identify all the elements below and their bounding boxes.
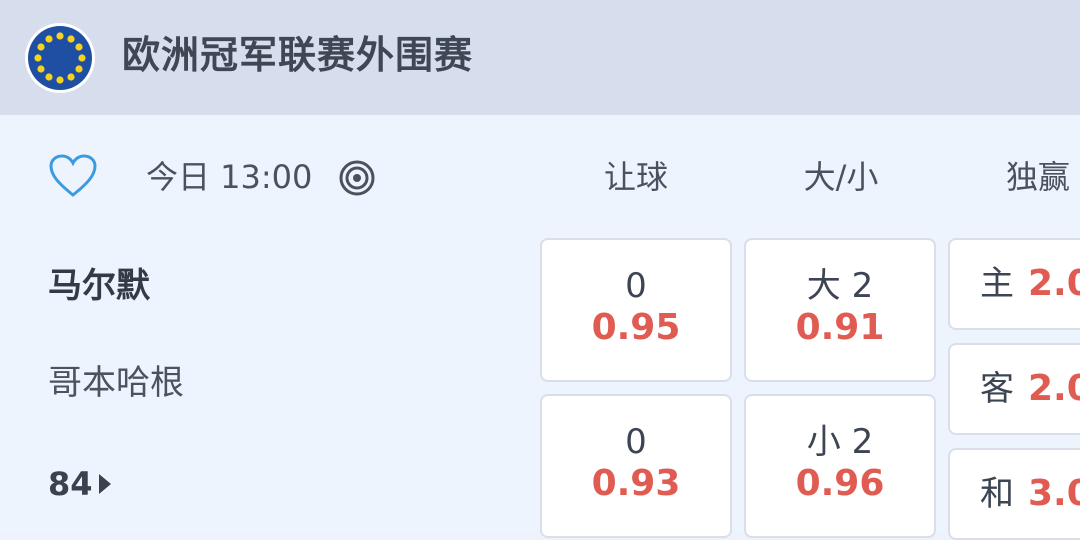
over-under-line: 小 2 (806, 422, 874, 462)
column-header-one-x-two: 独赢 (1006, 158, 1071, 196)
heart-icon[interactable] (48, 153, 98, 199)
outcome-label: 和 (980, 474, 1014, 514)
match-time: 今日 13:00 (146, 158, 313, 196)
handicap-line: 0 (625, 422, 647, 462)
handicap-home-odds[interactable]: 0 0.95 (540, 238, 732, 382)
home-team-name: 马尔默 (48, 266, 150, 306)
match-card: 今日 13:00 让球 大/小 独赢 马尔默 哥本哈根 84 0 0.95 0 … (0, 115, 1080, 540)
one-x-two-away-odds[interactable]: 客 2.0 (948, 343, 1080, 435)
odds-price: 0.95 (591, 307, 681, 348)
odds-price: 0.93 (591, 463, 681, 504)
league-title: 欧洲冠军联赛外围赛 (122, 33, 474, 77)
league-header[interactable]: 欧洲冠军联赛外围赛 (0, 0, 1080, 115)
more-markets-count: 84 (48, 465, 93, 503)
handicap-away-odds[interactable]: 0 0.93 (540, 394, 732, 538)
under-odds[interactable]: 小 2 0.96 (744, 394, 936, 538)
odds-price: 0.96 (795, 463, 885, 504)
handicap-line: 0 (625, 266, 647, 306)
odds-price: 0.91 (795, 307, 885, 348)
over-under-line: 大 2 (806, 266, 874, 306)
caret-right-icon (98, 474, 111, 494)
over-odds[interactable]: 大 2 0.91 (744, 238, 936, 382)
outcome-label: 客 (980, 369, 1014, 409)
one-x-two-draw-odds[interactable]: 和 3.0 (948, 448, 1080, 540)
column-header-handicap: 让球 (603, 158, 668, 196)
odds-price: 3.0 (1028, 473, 1080, 514)
one-x-two-home-odds[interactable]: 主 2.0 (948, 238, 1080, 330)
eu-flag-icon (25, 23, 95, 93)
odds-price: 2.0 (1028, 368, 1080, 409)
live-target-icon[interactable] (338, 159, 376, 197)
away-team-name: 哥本哈根 (48, 363, 184, 403)
odds-price: 2.0 (1028, 263, 1080, 304)
outcome-label: 主 (980, 264, 1014, 304)
column-header-over-under: 大/小 (803, 158, 879, 196)
more-markets-button[interactable]: 84 (48, 463, 111, 505)
